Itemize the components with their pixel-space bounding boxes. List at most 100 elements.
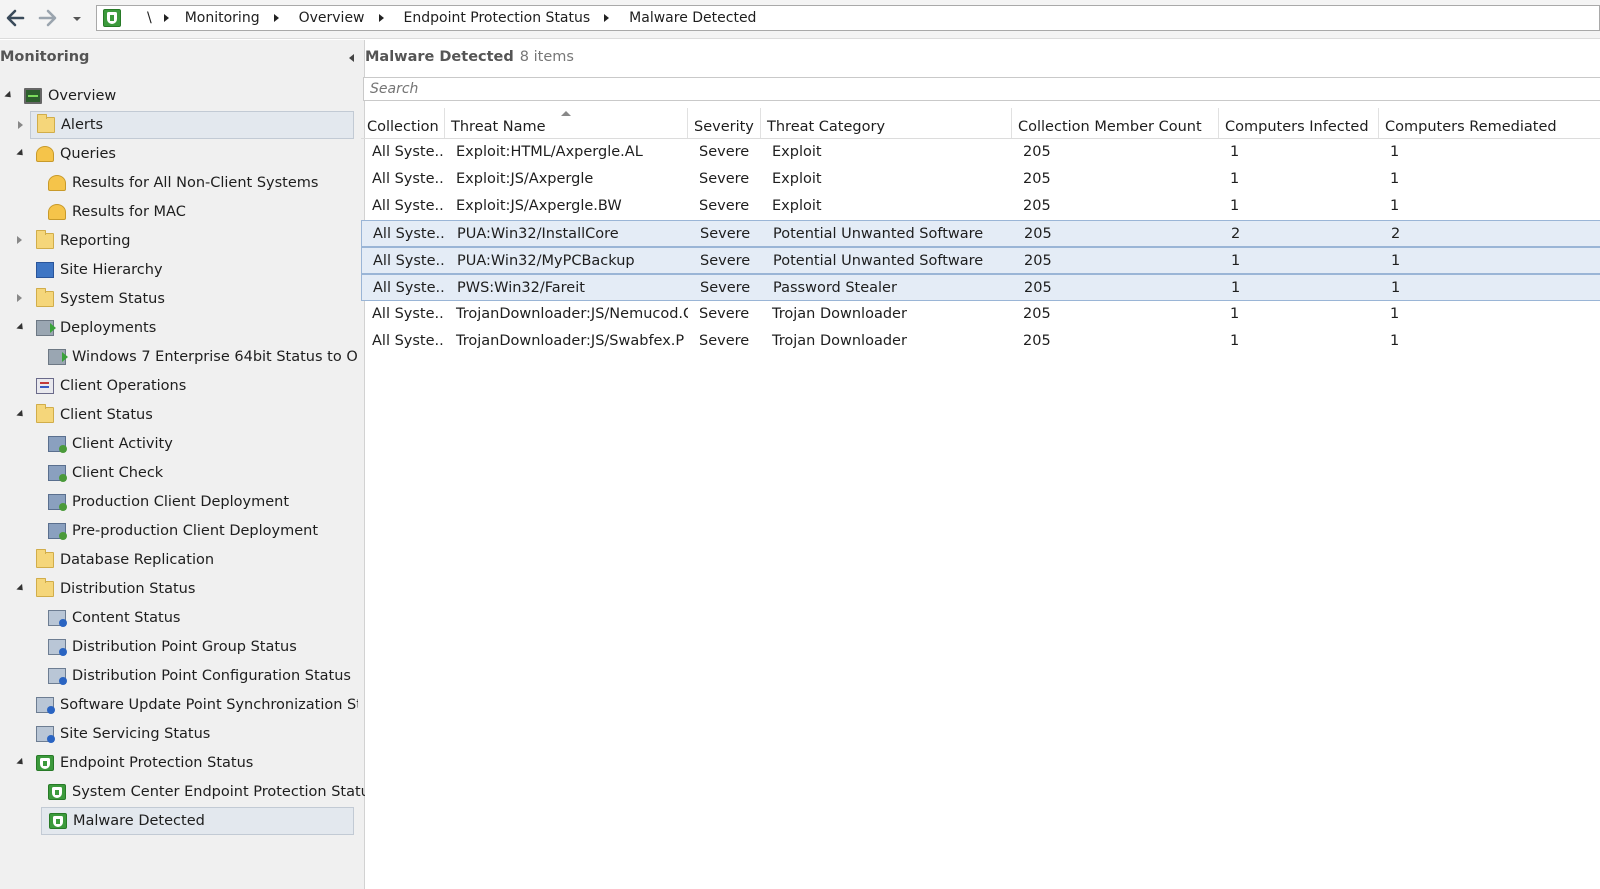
table-row[interactable]: All Syste... Exploit:HTML/Axpergle.AL Se… [361, 139, 1600, 166]
nav-item-preproduction-client-deployment[interactable]: Pre-production Client Deployment [48, 517, 358, 545]
breadcrumb: \ Monitoring Overview Endpoint Protectio… [96, 5, 1600, 31]
nav-item-win7-deployment[interactable]: Windows 7 Enterprise 64bit Status to OS … [48, 343, 358, 371]
breadcrumb-malware-detected[interactable]: Malware Detected [623, 10, 762, 26]
endpoint-protection-icon [49, 813, 67, 829]
table-row[interactable]: All Syste... TrojanDownloader:JS/Nemucod… [361, 301, 1600, 328]
cell-threat-name: TrojanDownloader:JS/Swabfex.P [456, 333, 685, 349]
expand-arrow-icon[interactable] [17, 236, 22, 244]
expand-arrow-icon[interactable] [16, 757, 26, 768]
breadcrumb-overview[interactable]: Overview [293, 10, 371, 26]
cell-collection-member-count: 205 [1023, 333, 1051, 349]
nav-item-queries[interactable]: Queries [0, 140, 360, 168]
nav-item-content-status[interactable]: Content Status [48, 604, 358, 632]
nav-item-client-operations[interactable]: Client Operations [36, 372, 358, 400]
cell-computers-remediated: 1 [1390, 144, 1400, 160]
table-row[interactable]: All Syste... Exploit:JS/Axpergle.BW Seve… [361, 193, 1600, 220]
address-toolbar: \ Monitoring Overview Endpoint Protectio… [0, 0, 1600, 39]
folder-icon [36, 578, 54, 597]
client-operations-icon [36, 378, 54, 394]
cell-severity: Severe [700, 253, 751, 269]
expand-arrow-icon[interactable] [16, 148, 26, 159]
nav-item-dp-config-status[interactable]: Distribution Point Configuration Status [48, 662, 358, 690]
breadcrumb-monitoring[interactable]: Monitoring [179, 10, 266, 26]
nav-item-results-non-client[interactable]: Results for All Non-Client Systems [48, 169, 358, 197]
column-header-threat-name[interactable]: Threat Name [445, 108, 688, 138]
nav-item-dp-group-status[interactable]: Distribution Point Group Status [48, 633, 358, 661]
nav-item-client-activity[interactable]: Client Activity [48, 430, 358, 458]
expand-arrow-icon[interactable] [16, 322, 26, 333]
column-header-collection-member-count[interactable]: Collection Member Count [1012, 108, 1219, 138]
collapse-pane-icon[interactable] [349, 54, 354, 62]
nav-item-alerts[interactable]: Alerts [18, 111, 354, 139]
distribution-point-config-icon [48, 668, 67, 685]
software-update-point-icon [36, 697, 55, 714]
expand-arrow-icon[interactable] [4, 90, 14, 101]
cell-computers-remediated: 1 [1391, 253, 1401, 269]
nav-item-system-status[interactable]: System Status [0, 285, 360, 313]
expand-arrow-icon[interactable] [16, 409, 26, 420]
nav-item-label: Software Update Point Synchronization St… [60, 697, 358, 713]
nav-item-database-replication[interactable]: Database Replication [36, 546, 358, 574]
nav-pane-title: Monitoring [0, 49, 90, 65]
cell-computers-remediated: 1 [1390, 171, 1400, 187]
forward-arrow-icon[interactable] [37, 7, 59, 29]
expand-arrow-icon[interactable] [18, 121, 23, 129]
nav-item-overview[interactable]: Overview [0, 82, 360, 110]
nav-item-label: Content Status [72, 610, 181, 626]
history-dropdown-icon[interactable] [70, 7, 84, 29]
nav-item-site-hierarchy[interactable]: Site Hierarchy [36, 256, 358, 284]
nav-item-production-client-deployment[interactable]: Production Client Deployment [48, 488, 358, 516]
expand-arrow-icon[interactable] [17, 294, 22, 302]
nav-item-label: Database Replication [60, 552, 215, 568]
nav-item-client-check[interactable]: Client Check [48, 459, 358, 487]
folder-icon [36, 230, 54, 249]
column-header-threat-category[interactable]: Threat Category [761, 108, 1012, 138]
query-icon [36, 146, 54, 162]
expand-arrow-icon[interactable] [16, 583, 26, 594]
endpoint-protection-icon [103, 9, 121, 27]
nav-item-distribution-status[interactable]: Distribution Status [0, 575, 360, 603]
column-header-severity[interactable]: Severity [688, 108, 761, 138]
breadcrumb-chevron-icon[interactable] [163, 14, 169, 22]
column-header-computers-infected[interactable]: Computers Infected [1219, 108, 1379, 138]
column-header-collection[interactable]: Collection [361, 108, 445, 138]
breadcrumb-chevron-icon[interactable] [604, 14, 610, 22]
cell-threat-category: Trojan Downloader [772, 306, 907, 322]
query-icon [48, 175, 66, 191]
back-arrow-icon[interactable] [4, 7, 26, 29]
table-row[interactable]: All Syste... TrojanDownloader:JS/Swabfex… [361, 328, 1600, 355]
cell-threat-category: Password Stealer [773, 280, 897, 296]
breadcrumb-root[interactable]: \ [141, 10, 158, 26]
table-row[interactable]: All Syste... Exploit:JS/Axpergle Severe … [361, 166, 1600, 193]
nav-item-label: Overview [48, 88, 117, 104]
table-row-selected[interactable]: All Syste... PUA:Win32/MyPCBackup Severe… [361, 247, 1600, 274]
cell-collection-member-count: 205 [1023, 144, 1051, 160]
nav-item-endpoint-protection-status[interactable]: Endpoint Protection Status [0, 749, 360, 777]
folder-icon [36, 404, 54, 423]
nav-item-scep-status[interactable]: System Center Endpoint Protection Status [48, 778, 377, 806]
cell-computers-remediated: 1 [1390, 333, 1400, 349]
search-box[interactable] [363, 77, 1600, 101]
breadcrumb-chevron-icon[interactable] [378, 14, 384, 22]
nav-item-sup-sync-status[interactable]: Software Update Point Synchronization St… [36, 691, 358, 719]
cell-threat-name: PUA:Win32/MyPCBackup [457, 253, 635, 269]
nav-item-malware-detected[interactable]: Malware Detected [41, 807, 354, 835]
query-icon [48, 204, 66, 220]
breadcrumb-chevron-icon[interactable] [273, 14, 279, 22]
column-header-label: Threat Name [451, 119, 546, 135]
site-servicing-icon [36, 726, 55, 743]
table-row-selected[interactable]: All Syste... PWS:Win32/Fareit Severe Pas… [361, 274, 1600, 301]
malware-table: Collection Threat Name Severity Threat C… [361, 108, 1600, 355]
nav-item-site-servicing-status[interactable]: Site Servicing Status [36, 720, 358, 748]
search-input[interactable] [364, 78, 1600, 100]
endpoint-protection-icon [48, 784, 66, 800]
nav-item-deployments[interactable]: Deployments [0, 314, 360, 342]
table-row-selected[interactable]: All Syste... PUA:Win32/InstallCore Sever… [361, 220, 1600, 247]
cell-collection-member-count: 205 [1024, 226, 1052, 242]
nav-item-reporting[interactable]: Reporting [0, 227, 360, 255]
nav-item-results-mac[interactable]: Results for MAC [48, 198, 358, 226]
cell-threat-name: Exploit:JS/Axpergle [456, 171, 594, 187]
column-header-computers-remediated[interactable]: Computers Remediated [1379, 108, 1600, 138]
nav-item-client-status[interactable]: Client Status [0, 401, 360, 429]
breadcrumb-endpoint-protection-status[interactable]: Endpoint Protection Status [398, 10, 597, 26]
